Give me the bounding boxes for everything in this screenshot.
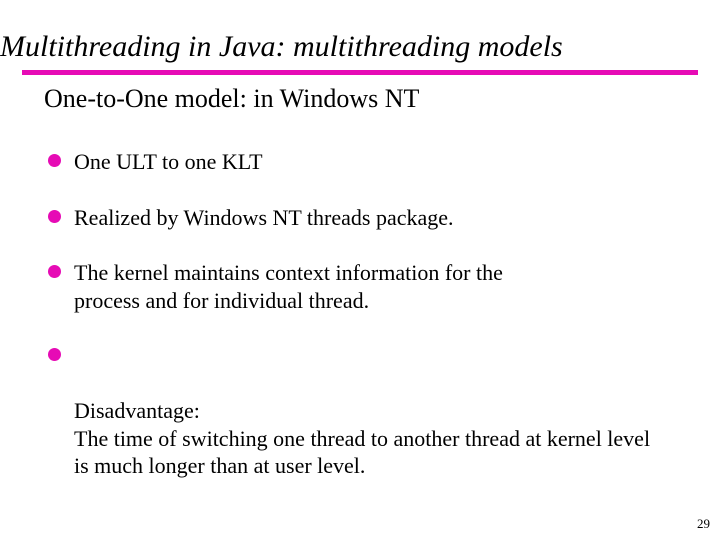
bullet-list: One ULT to one KLT Realized by Windows N… [48, 124, 678, 480]
slide-subtitle: One-to-One model: in Windows NT [44, 84, 419, 114]
slide-title: Multithreading in Java: multithreading m… [0, 30, 563, 64]
bullet-icon [48, 154, 61, 167]
bullet-icon [48, 348, 61, 361]
bullet-icon [48, 265, 61, 278]
slide: Multithreading in Java: multithreading m… [0, 0, 720, 540]
page-number: 29 [697, 516, 710, 532]
list-item: Disadvantage: The time of switching one … [48, 342, 664, 480]
list-item-text: Realized by Windows NT threads package. [74, 205, 454, 230]
title-underline [22, 70, 698, 75]
list-item: The kernel maintains context information… [48, 259, 554, 314]
list-item-text: One ULT to one KLT [74, 149, 263, 174]
list-item-text: The kernel maintains context information… [74, 260, 503, 313]
list-item: Realized by Windows NT threads package. [48, 204, 678, 232]
bullet-icon [48, 210, 61, 223]
list-item: One ULT to one KLT [48, 148, 678, 176]
list-item-text: Disadvantage: The time of switching one … [74, 398, 650, 478]
